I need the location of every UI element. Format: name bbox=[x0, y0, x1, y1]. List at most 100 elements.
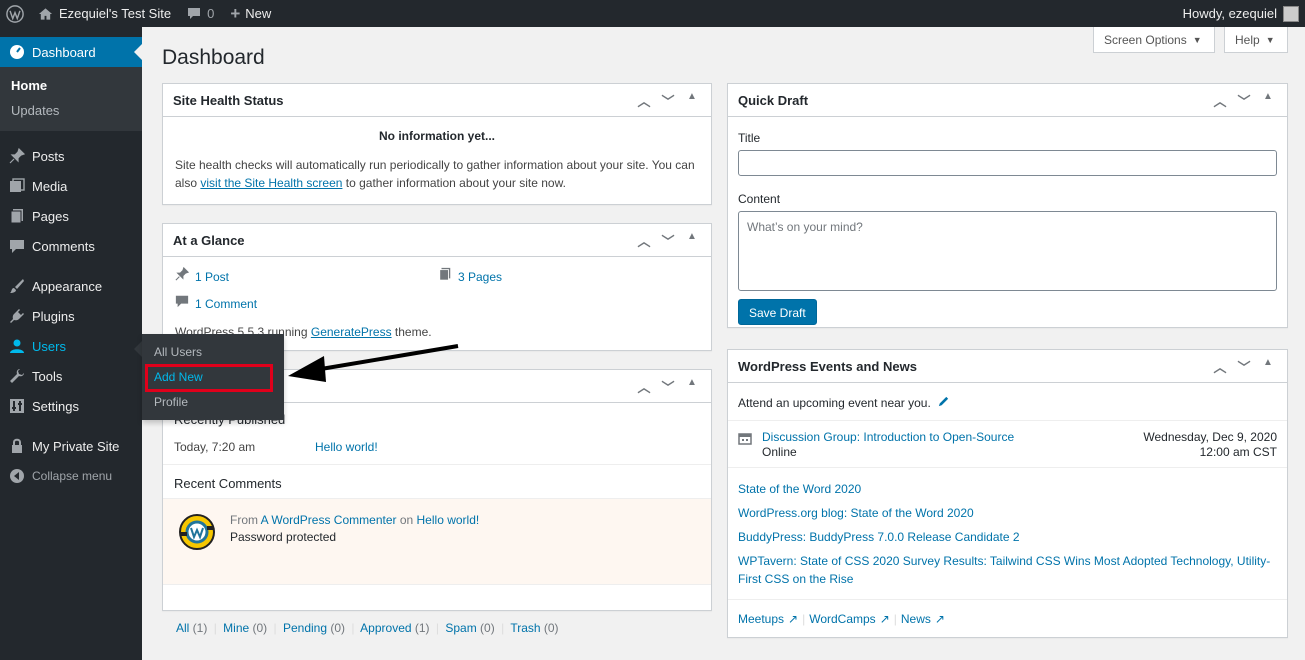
news-link[interactable]: WordPress.org blog: State of the Word 20… bbox=[738, 504, 1277, 522]
filter-trash[interactable]: Trash bbox=[510, 621, 540, 635]
filter-pending[interactable]: Pending bbox=[283, 621, 327, 635]
menu-pages[interactable]: Pages bbox=[0, 201, 142, 231]
at-a-glance-widget: At a Glance ︿ ﹀ ▲ 1 Post 3 Pages 1 Comme… bbox=[162, 223, 712, 351]
move-up-icon[interactable]: ︿ bbox=[635, 377, 653, 396]
flyout-profile[interactable]: Profile bbox=[142, 390, 284, 415]
move-down-icon[interactable]: ﹀ bbox=[659, 91, 677, 110]
published-post-link[interactable]: Hello world! bbox=[315, 440, 378, 454]
page-title: Dashboard bbox=[162, 46, 265, 69]
recent-comments-heading: Recent Comments bbox=[174, 476, 282, 491]
comments-count-link[interactable]: 1 Comment bbox=[195, 295, 257, 313]
save-draft-button[interactable]: Save Draft bbox=[738, 299, 817, 325]
title-label: Title bbox=[738, 131, 761, 145]
menu-plugins[interactable]: Plugins bbox=[0, 301, 142, 331]
filter-all[interactable]: All bbox=[176, 621, 189, 635]
collapse-menu-button[interactable]: Collapse menu bbox=[0, 461, 142, 491]
news-link[interactable]: WPTavern: State of CSS 2020 Survey Resul… bbox=[738, 552, 1277, 588]
commenter-link[interactable]: A WordPress Commenter bbox=[261, 513, 397, 527]
toggle-panel-icon[interactable]: ▲ bbox=[683, 91, 701, 110]
draft-title-input[interactable] bbox=[738, 150, 1277, 176]
news-external-link[interactable]: News bbox=[901, 612, 931, 626]
draft-content-textarea[interactable]: What’s on your mind? bbox=[738, 211, 1277, 291]
filter-approved[interactable]: Approved bbox=[360, 621, 411, 635]
widget-body: No information yet... Site health checks… bbox=[163, 117, 711, 202]
my-account-menu[interactable]: Howdy, ezequiel bbox=[1175, 0, 1305, 27]
submenu-updates[interactable]: Updates bbox=[0, 98, 142, 123]
wordpress-logo-icon[interactable] bbox=[0, 0, 30, 27]
pencil-icon[interactable] bbox=[937, 395, 950, 411]
menu-media[interactable]: Media bbox=[0, 171, 142, 201]
wordcamps-link[interactable]: WordCamps bbox=[809, 612, 875, 626]
theme-link[interactable]: GeneratePress bbox=[311, 325, 392, 339]
comment-meta: From A WordPress Commenter on Hello worl… bbox=[230, 513, 479, 527]
site-name-menu[interactable]: Ezequiel's Test Site bbox=[30, 0, 179, 27]
move-up-icon[interactable]: ︿ bbox=[1211, 91, 1229, 110]
widget-body: Attend an upcoming event near you. Discu… bbox=[728, 383, 1287, 638]
event-date: Wednesday, Dec 9, 2020 bbox=[1143, 430, 1277, 444]
flyout-all-users[interactable]: All Users bbox=[142, 340, 284, 365]
attend-row: Attend an upcoming event near you. bbox=[728, 383, 1287, 421]
admin-sidebar: Dashboard Home Updates Posts Media Pages… bbox=[0, 27, 142, 660]
move-down-icon[interactable]: ﹀ bbox=[1235, 91, 1253, 110]
comment-bubble-icon bbox=[175, 294, 189, 313]
menu-private-site[interactable]: My Private Site bbox=[0, 431, 142, 461]
published-time: Today, 7:20 am bbox=[174, 440, 256, 454]
move-up-icon[interactable]: ︿ bbox=[635, 231, 653, 250]
move-down-icon[interactable]: ﹀ bbox=[1235, 357, 1253, 376]
news-link[interactable]: BuddyPress: BuddyPress 7.0.0 Release Can… bbox=[738, 528, 1277, 546]
glance-pages[interactable]: 3 Pages bbox=[438, 267, 502, 286]
filter-mine[interactable]: Mine bbox=[223, 621, 249, 635]
widget-title: At a Glance bbox=[173, 232, 245, 248]
posts-count-link[interactable]: 1 Post bbox=[195, 268, 229, 286]
meetups-link[interactable]: Meetups bbox=[738, 612, 784, 626]
dashboard-submenu: Home Updates bbox=[0, 67, 142, 131]
filter-spam[interactable]: Spam bbox=[445, 621, 476, 635]
quick-draft-widget: Quick Draft ︿ ﹀ ▲ Title Content What’s o… bbox=[727, 83, 1288, 328]
move-down-icon[interactable]: ﹀ bbox=[659, 377, 677, 396]
menu-settings-label: Settings bbox=[32, 398, 79, 414]
move-up-icon[interactable]: ︿ bbox=[635, 91, 653, 110]
submenu-home[interactable]: Home bbox=[0, 73, 142, 98]
comments-menu[interactable]: 0 bbox=[179, 0, 222, 27]
events-news-widget: WordPress Events and News ︿ ﹀ ▲ Attend a… bbox=[727, 349, 1288, 638]
event-time: 12:00 am CST bbox=[1199, 445, 1277, 459]
menu-tools-label: Tools bbox=[32, 368, 63, 384]
move-down-icon[interactable]: ﹀ bbox=[659, 231, 677, 250]
collapse-arrow-icon bbox=[8, 467, 26, 485]
filter-count: (0) bbox=[327, 621, 346, 635]
media-icon bbox=[8, 177, 26, 195]
external-link-icon: ↗ bbox=[934, 612, 945, 626]
widget-title: Site Health Status bbox=[173, 92, 284, 108]
annotation-arrow-icon bbox=[288, 344, 459, 382]
new-content-menu[interactable]: + New bbox=[222, 0, 279, 27]
event-title-link[interactable]: Discussion Group: Introduction to Open-S… bbox=[762, 430, 1014, 444]
screen-options-button[interactable]: Screen Options ▼ bbox=[1093, 27, 1215, 53]
menu-tools[interactable]: Tools bbox=[0, 361, 142, 391]
toggle-panel-icon[interactable]: ▲ bbox=[683, 377, 701, 396]
menu-posts[interactable]: Posts bbox=[0, 141, 142, 171]
site-health-link[interactable]: visit the Site Health screen bbox=[200, 176, 342, 190]
help-label: Help bbox=[1235, 32, 1260, 47]
description-text-end: to gather information about your site no… bbox=[342, 176, 566, 190]
glance-posts[interactable]: 1 Post bbox=[175, 266, 229, 286]
toggle-panel-icon[interactable]: ▲ bbox=[1259, 91, 1277, 110]
move-up-icon[interactable]: ︿ bbox=[1211, 357, 1229, 376]
help-button[interactable]: Help ▼ bbox=[1224, 27, 1288, 53]
menu-dashboard[interactable]: Dashboard bbox=[0, 37, 142, 67]
comment-bubble-icon bbox=[187, 7, 201, 20]
menu-private-site-label: My Private Site bbox=[32, 438, 120, 454]
toggle-panel-icon[interactable]: ▲ bbox=[683, 231, 701, 250]
screen-options-label: Screen Options bbox=[1104, 32, 1187, 47]
menu-settings[interactable]: Settings bbox=[0, 391, 142, 421]
toggle-panel-icon[interactable]: ▲ bbox=[1259, 357, 1277, 376]
menu-users[interactable]: Users bbox=[0, 331, 142, 361]
comments-count: 0 bbox=[207, 6, 215, 21]
menu-comments[interactable]: Comments bbox=[0, 231, 142, 261]
comment-post-link[interactable]: Hello world! bbox=[417, 513, 480, 527]
pages-count-link[interactable]: 3 Pages bbox=[458, 268, 502, 286]
menu-appearance[interactable]: Appearance bbox=[0, 271, 142, 301]
avatar bbox=[1283, 5, 1299, 22]
news-link[interactable]: State of the Word 2020 bbox=[738, 480, 1277, 498]
glance-comments[interactable]: 1 Comment bbox=[175, 294, 257, 313]
collapse-menu-label: Collapse menu bbox=[32, 469, 113, 483]
